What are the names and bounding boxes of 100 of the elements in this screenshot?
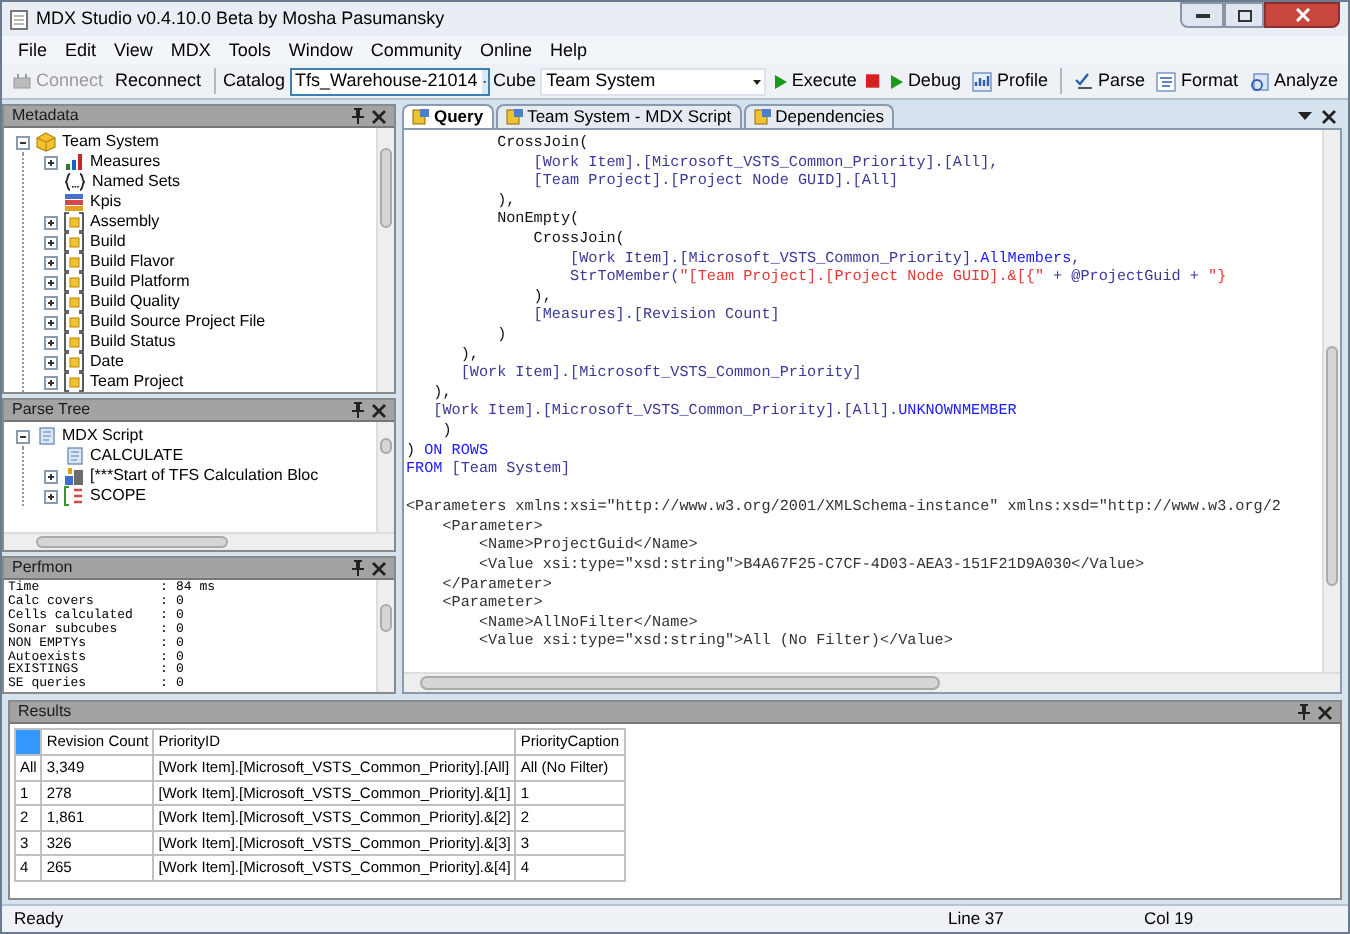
toolbar-button[interactable]: Analyze bbox=[1245, 67, 1342, 95]
editor-tab[interactable]: Query bbox=[402, 104, 494, 128]
close-icon[interactable] bbox=[372, 109, 386, 123]
editor-tab[interactable]: Dependencies bbox=[743, 104, 894, 128]
pin-icon[interactable] bbox=[352, 402, 364, 419]
expand-toggle[interactable] bbox=[44, 375, 58, 389]
combo-box[interactable]: Tfs_Warehouse-21014 bbox=[289, 67, 490, 95]
tree-item[interactable]: Build Status bbox=[90, 334, 176, 350]
tree-item[interactable]: MDX Script bbox=[62, 428, 143, 445]
pin-icon[interactable] bbox=[352, 560, 364, 576]
menu-item[interactable]: Edit bbox=[65, 41, 97, 59]
close-button[interactable] bbox=[1264, 2, 1340, 28]
dimension-icon bbox=[64, 212, 84, 232]
expand-toggle[interactable] bbox=[44, 355, 58, 369]
stop-icon[interactable] bbox=[864, 72, 882, 90]
dimension-icon bbox=[64, 252, 84, 272]
toolbar-button[interactable]: Profile bbox=[968, 67, 1052, 95]
menu-item[interactable]: File bbox=[18, 41, 48, 59]
combo-box[interactable]: Team System bbox=[540, 67, 766, 95]
tree-item[interactable]: SCOPE bbox=[90, 488, 147, 505]
document-icon bbox=[753, 108, 772, 126]
pane-title: Parse Tree bbox=[12, 402, 93, 419]
expand-toggle[interactable] bbox=[44, 255, 58, 269]
pin-icon[interactable] bbox=[352, 108, 364, 124]
menu-item[interactable]: Community bbox=[370, 41, 462, 59]
column-indicator: Col 19 bbox=[1144, 910, 1196, 928]
corner-cell[interactable] bbox=[15, 729, 42, 755]
scope-icon bbox=[64, 486, 84, 507]
expand-toggle[interactable] bbox=[44, 235, 58, 249]
tree-item[interactable]: Build Quality bbox=[90, 294, 180, 310]
profile-icon bbox=[972, 71, 993, 91]
blocks-icon bbox=[64, 466, 84, 487]
expand-toggle[interactable] bbox=[44, 489, 58, 504]
expand-toggle[interactable] bbox=[44, 315, 58, 329]
document-icon bbox=[505, 108, 524, 126]
expand-toggle[interactable] bbox=[44, 275, 58, 289]
cube-icon bbox=[36, 132, 56, 152]
editor-tab[interactable]: Team System - MDX Script bbox=[495, 104, 742, 128]
format-icon bbox=[1156, 71, 1177, 91]
tree-item[interactable]: Date bbox=[90, 354, 124, 370]
horizontal-scrollbar[interactable] bbox=[404, 672, 1340, 692]
tree-item[interactable]: Build Platform bbox=[90, 274, 190, 290]
toolbar-label: Cube bbox=[493, 72, 537, 90]
toolbar-button[interactable]: Debug bbox=[885, 67, 965, 95]
vertical-scrollbar[interactable] bbox=[1322, 130, 1340, 672]
expand-toggle[interactable] bbox=[44, 295, 58, 309]
dimension-icon bbox=[64, 312, 84, 332]
toolbar-button[interactable]: Parse bbox=[1069, 67, 1149, 95]
expand-toggle[interactable] bbox=[44, 335, 58, 349]
tree-item[interactable]: Team Project bbox=[90, 374, 184, 390]
pin-icon[interactable] bbox=[1298, 704, 1310, 720]
vertical-scrollbar[interactable] bbox=[376, 422, 394, 532]
dimension-icon bbox=[64, 292, 84, 312]
expand-toggle[interactable] bbox=[44, 215, 58, 229]
toolbar-button[interactable]: Execute bbox=[769, 67, 861, 95]
close-icon[interactable] bbox=[372, 403, 386, 418]
close-icon[interactable] bbox=[1322, 109, 1336, 123]
vertical-scrollbar[interactable] bbox=[376, 128, 394, 393]
menu-item[interactable]: MDX bbox=[170, 41, 211, 59]
scroll-icon bbox=[64, 446, 84, 467]
document-icon bbox=[10, 9, 28, 29]
tree-item[interactable]: Assembly bbox=[90, 214, 160, 230]
tree-item[interactable]: [***Start of TFS Calculation Bloc bbox=[90, 468, 319, 485]
expand-toggle[interactable] bbox=[16, 135, 30, 149]
line-indicator: Line 37 bbox=[948, 910, 1006, 928]
tree-item[interactable]: Build Flavor bbox=[90, 254, 175, 270]
pane-title: Results bbox=[18, 704, 74, 720]
code-editor[interactable] bbox=[402, 128, 1342, 694]
minimize-icon bbox=[1195, 13, 1209, 17]
menu-item[interactable]: Window bbox=[288, 41, 353, 59]
horizontal-scrollbar[interactable] bbox=[4, 532, 394, 550]
expand-toggle[interactable] bbox=[44, 469, 58, 484]
toolbar-button[interactable]: Reconnect bbox=[111, 67, 206, 95]
check-list-icon bbox=[1073, 71, 1094, 91]
tree-item[interactable]: Named Sets bbox=[92, 174, 181, 190]
menu-item[interactable]: Online bbox=[479, 41, 532, 59]
tree-item[interactable]: Build bbox=[90, 234, 126, 250]
menu-item[interactable]: Help bbox=[549, 41, 587, 59]
menu-item[interactable]: Tools bbox=[228, 41, 271, 59]
minimize-button[interactable] bbox=[1180, 2, 1224, 28]
tree-item[interactable]: CALCULATE bbox=[90, 448, 184, 465]
tree-item[interactable]: Team System bbox=[62, 134, 159, 150]
dropdown-caret-icon[interactable] bbox=[1298, 112, 1312, 120]
close-icon[interactable] bbox=[372, 561, 386, 575]
menu-item[interactable]: View bbox=[114, 41, 153, 59]
document-icon bbox=[412, 108, 430, 126]
close-icon[interactable] bbox=[1318, 705, 1332, 719]
vertical-scrollbar[interactable] bbox=[376, 580, 394, 692]
maximize-button[interactable] bbox=[1224, 2, 1264, 28]
expand-toggle[interactable] bbox=[44, 155, 58, 169]
scroll-icon bbox=[36, 426, 56, 447]
tree-item[interactable]: Kpis bbox=[90, 194, 122, 210]
tree-item[interactable]: Build Source Project File bbox=[90, 314, 266, 330]
bar-chart-icon bbox=[64, 152, 84, 172]
toolbar-button[interactable]: Format bbox=[1152, 67, 1242, 95]
tree-item[interactable]: Measures bbox=[90, 154, 161, 170]
dimension-icon bbox=[64, 272, 84, 292]
pane-title: Perfmon bbox=[12, 560, 75, 576]
expand-toggle[interactable] bbox=[16, 429, 30, 444]
dimension-icon bbox=[64, 352, 84, 372]
